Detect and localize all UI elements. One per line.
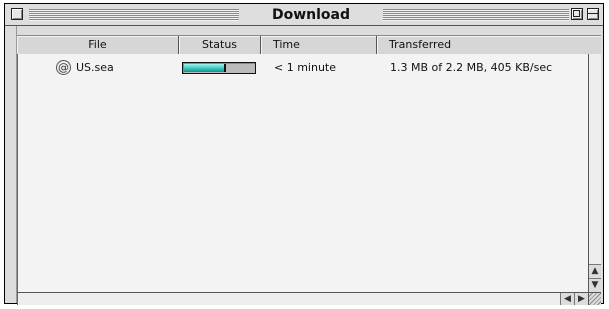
close-box-icon[interactable] — [11, 8, 23, 20]
column-header-transferred[interactable]: Transferred — [377, 36, 601, 54]
horizontal-scrollbar[interactable]: ◀ ▶ — [17, 292, 588, 305]
column-header: File Status Time Transferred — [17, 35, 601, 55]
download-file-name: US.sea — [76, 61, 114, 74]
download-progress-fill — [184, 64, 226, 72]
column-header-file[interactable]: File — [17, 36, 179, 54]
scroll-down-arrow-icon[interactable]: ▼ — [589, 278, 601, 292]
resize-grip-icon[interactable] — [588, 292, 601, 305]
window-frame — [5, 26, 17, 303]
window-frame — [17, 26, 603, 35]
download-list: @ US.sea < 1 minute 1.3 MB of 2.2 MB, 40… — [17, 54, 588, 292]
collapse-box-icon[interactable] — [587, 8, 599, 20]
scroll-right-arrow-icon[interactable]: ▶ — [574, 293, 588, 305]
download-time-remaining: < 1 minute — [274, 61, 337, 74]
download-transferred: 1.3 MB of 2.2 MB, 405 KB/sec — [390, 61, 553, 74]
at-sign-icon: @ — [56, 60, 71, 75]
title-bar-stripes — [29, 9, 239, 21]
column-header-status[interactable]: Status — [179, 36, 261, 54]
download-row[interactable]: @ US.sea < 1 minute 1.3 MB of 2.2 MB, 40… — [18, 59, 588, 77]
scroll-left-arrow-icon[interactable]: ◀ — [560, 293, 574, 305]
zoom-box-icon[interactable] — [571, 8, 583, 20]
title-bar-stripes — [383, 9, 569, 21]
window-title: Download Manager — [239, 6, 383, 41]
title-bar[interactable]: Download Manager — [5, 4, 603, 41]
download-progress-bar — [182, 62, 256, 74]
download-manager-window: Download Manager File Status Time Transf… — [4, 3, 604, 305]
vertical-scrollbar[interactable]: ▲ ▼ — [588, 54, 601, 292]
column-header-time[interactable]: Time — [261, 36, 377, 54]
scroll-up-arrow-icon[interactable]: ▲ — [589, 264, 601, 278]
